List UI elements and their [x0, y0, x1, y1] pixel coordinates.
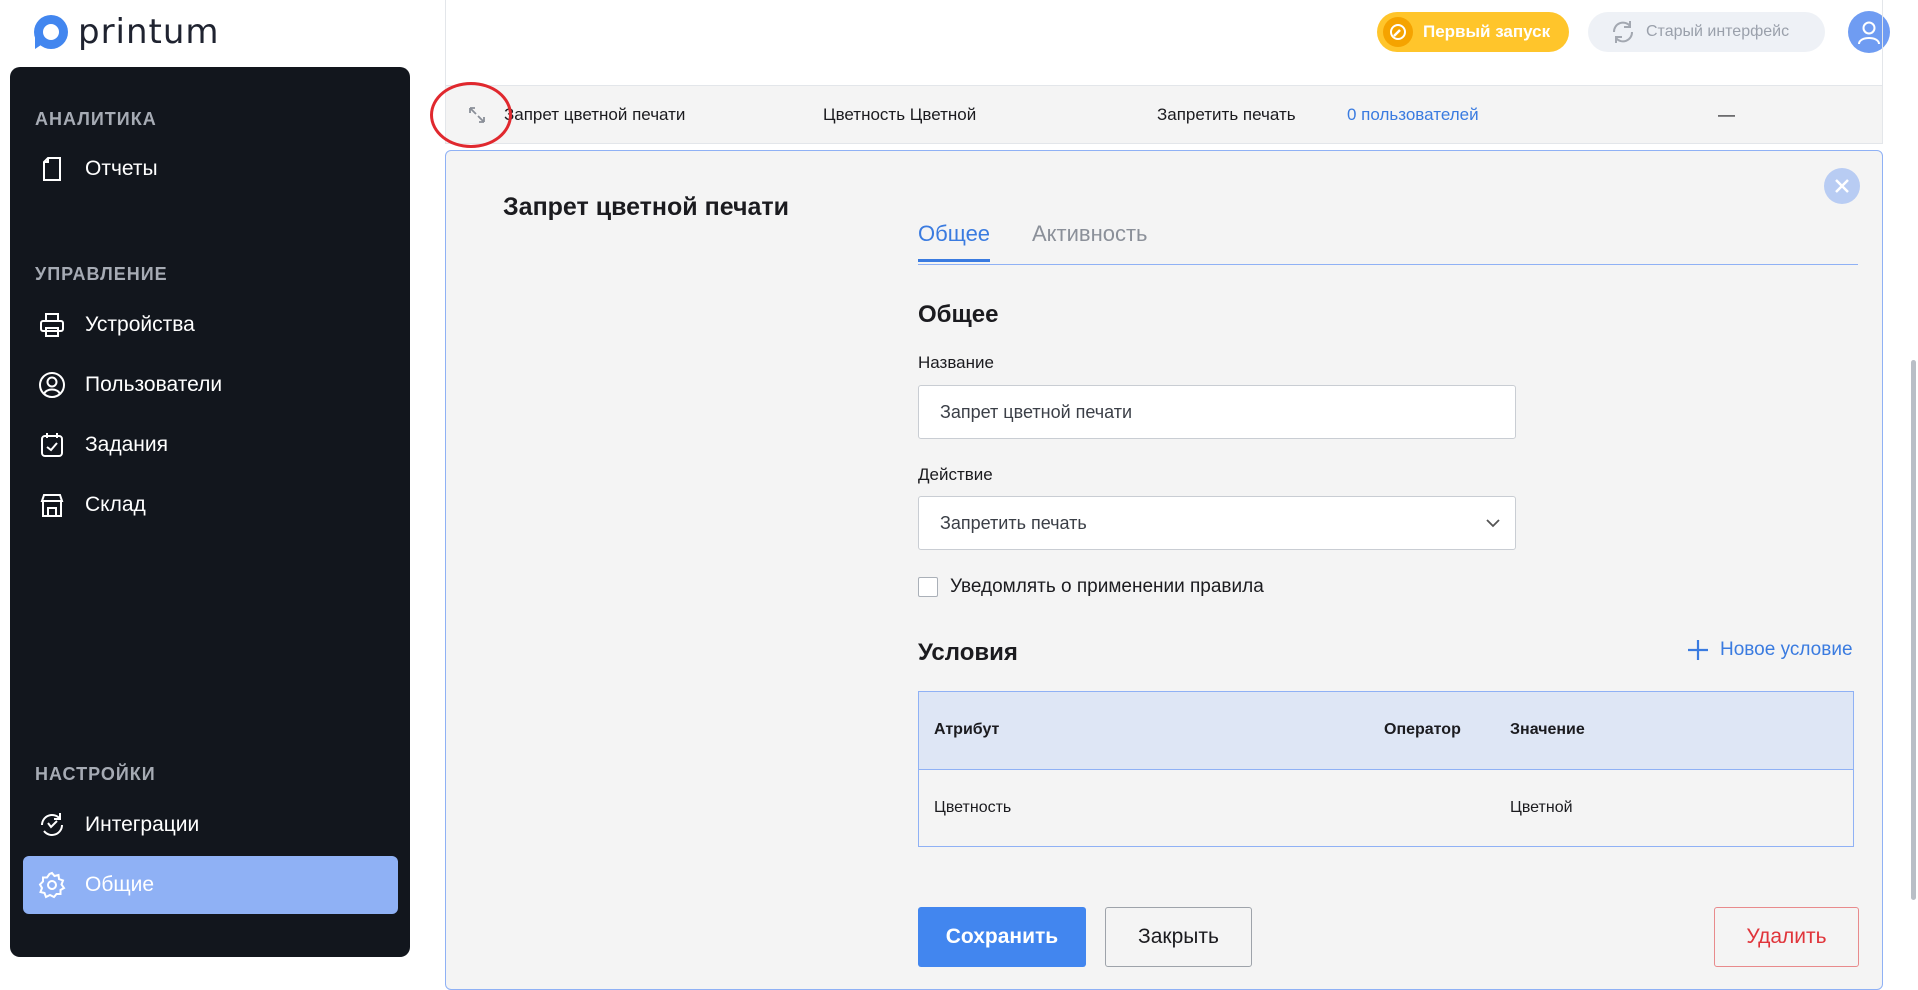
rule-condition-cell: Цветность Цветной	[823, 105, 977, 124]
action-select-value: Запретить печать	[940, 512, 1087, 533]
sidebar-item-label: Пользователи	[85, 373, 223, 396]
rule-users-link[interactable]: 0 пользователей	[1347, 105, 1479, 125]
sidebar: АНАЛИТИКА Отчеты УПРАВЛЕНИЕ Устройства П…	[10, 67, 410, 957]
user-icon	[37, 370, 67, 400]
tab-general[interactable]: Общее	[918, 221, 991, 262]
close-panel-button[interactable]	[1824, 168, 1860, 204]
panel-tabs: Общее Активность	[918, 221, 1858, 265]
rule-detail-panel: Запрет цветной печати Общее Активность О…	[445, 150, 1883, 990]
condition-value-cell: Цветной	[1510, 799, 1573, 816]
printum-logo-icon	[34, 15, 68, 49]
conditions-heading: Условия	[918, 639, 1018, 666]
notify-label: Уведомлять о применении правила	[950, 576, 1264, 597]
column-header-attribute: Атрибут	[934, 721, 1000, 738]
sidebar-item-users[interactable]: Пользователи	[23, 356, 398, 414]
report-icon	[37, 154, 67, 184]
sidebar-item-reports[interactable]: Отчеты	[23, 140, 398, 198]
sync-icon	[37, 810, 67, 840]
tasks-icon	[37, 430, 67, 460]
section-title-management: УПРАВЛЕНИЕ	[35, 264, 168, 284]
section-title-analytics: АНАЛИТИКА	[35, 109, 157, 129]
conditions-table: Атрибут Оператор Значение Цветность Цвет…	[918, 691, 1854, 847]
panel-title: Запрет цветной печати	[503, 193, 790, 221]
close-icon	[1835, 179, 1849, 193]
close-button[interactable]: Закрыть	[1105, 907, 1252, 967]
printum-logo[interactable]: printum	[32, 12, 220, 52]
notify-checkbox[interactable]	[918, 577, 938, 597]
highlight-annotation	[430, 82, 512, 148]
page-scrollbar[interactable]	[1911, 360, 1916, 900]
warehouse-icon	[37, 490, 67, 520]
notify-checkbox-row[interactable]: Уведомлять о применении правила	[918, 576, 1264, 598]
column-header-operator: Оператор	[1384, 721, 1461, 738]
sidebar-item-label: Устройства	[85, 313, 195, 336]
plus-icon	[1688, 640, 1708, 660]
delete-button[interactable]: Удалить	[1714, 907, 1859, 967]
sidebar-item-general[interactable]: Общие	[23, 856, 398, 914]
printer-icon	[37, 310, 67, 340]
main-content: Запрет цветной печати Цветность Цветной …	[430, 0, 1883, 990]
new-condition-label: Новое условие	[1720, 639, 1853, 660]
rule-extra-cell: —	[1718, 105, 1735, 124]
sidebar-item-label: Задания	[85, 433, 168, 456]
name-field[interactable]: Запрет цветной печати	[918, 385, 1516, 439]
column-header-value: Значение	[1510, 721, 1585, 738]
save-button[interactable]: Сохранить	[918, 907, 1086, 967]
table-row[interactable]: Цветность Цветной	[919, 770, 1853, 846]
section-title-settings: НАСТРОЙКИ	[35, 764, 156, 784]
action-label: Действие	[918, 465, 993, 484]
sidebar-item-integrations[interactable]: Интеграции	[23, 796, 398, 854]
new-condition-button[interactable]: Новое условие	[1686, 638, 1853, 662]
sidebar-item-devices[interactable]: Устройства	[23, 296, 398, 354]
rule-name-cell: Запрет цветной печати	[504, 105, 686, 124]
sidebar-item-label: Общие	[85, 873, 155, 896]
sidebar-item-label: Интеграции	[85, 813, 200, 836]
sidebar-item-label: Отчеты	[85, 157, 158, 180]
condition-attribute-cell: Цветность	[934, 799, 1012, 816]
rule-action-cell: Запретить печать	[1157, 105, 1296, 124]
gear-icon	[37, 870, 67, 900]
rules-table-top	[445, 0, 1883, 86]
name-label: Название	[918, 353, 994, 372]
name-field-value: Запрет цветной печати	[940, 401, 1133, 422]
sidebar-item-tasks[interactable]: Задания	[23, 416, 398, 474]
tab-activity[interactable]: Активность	[1032, 221, 1148, 259]
sidebar-item-warehouse[interactable]: Склад	[23, 476, 398, 534]
action-select[interactable]: Запретить печать	[918, 496, 1516, 550]
conditions-table-header: Атрибут Оператор Значение	[919, 692, 1853, 770]
chevron-down-icon	[1486, 519, 1500, 528]
sidebar-item-label: Склад	[85, 493, 146, 516]
general-heading: Общее	[918, 301, 999, 328]
logo-text: printum	[78, 12, 220, 52]
table-row[interactable]: Запрет цветной печати Цветность Цветной …	[445, 86, 1883, 144]
